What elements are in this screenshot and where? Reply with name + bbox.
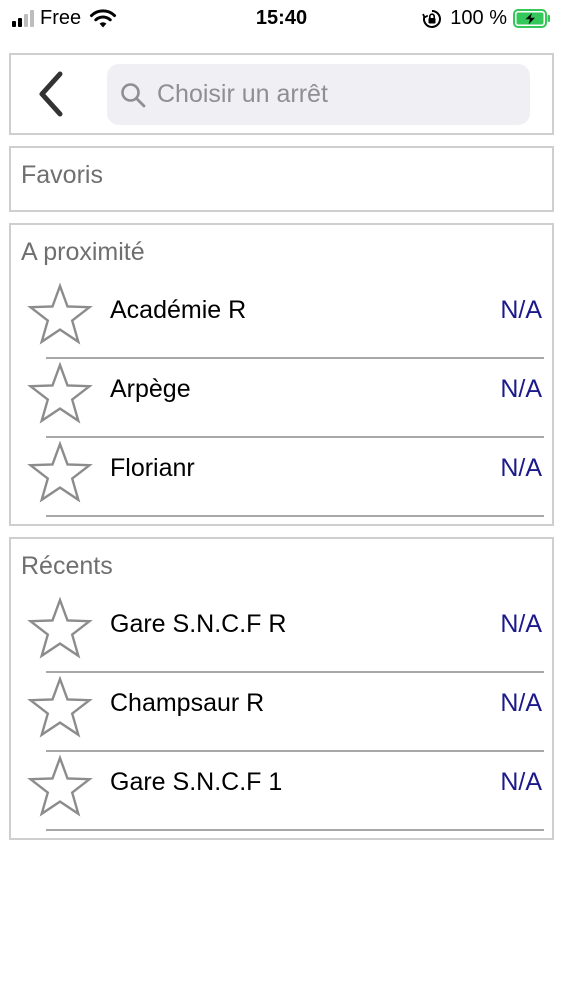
search-placeholder: Choisir un arrêt — [157, 80, 328, 108]
stop-value: N/A — [500, 689, 542, 717]
stop-name: Gare S.N.C.F R — [110, 610, 287, 638]
back-button[interactable] — [31, 69, 71, 119]
row-divider — [46, 829, 544, 831]
stop-value: N/A — [500, 610, 542, 638]
status-right: 100 % — [422, 7, 551, 30]
favorites-title: Favoris — [21, 161, 103, 189]
list-item[interactable]: Académie R N/A — [11, 280, 552, 359]
battery-charging-icon — [513, 9, 550, 28]
list-item[interactable]: Florianr N/A — [11, 438, 552, 517]
search-icon — [121, 82, 146, 107]
stop-name: Florianr — [110, 454, 195, 482]
search-header: Choisir un arrêt — [9, 53, 554, 135]
stop-name: Arpège — [110, 375, 191, 403]
stop-name: Académie R — [110, 296, 247, 324]
star-favorite-icon[interactable] — [27, 283, 93, 345]
recents-section: Récents Gare S.N.C.F R N/A Champsaur R N… — [9, 537, 554, 840]
chevron-left-icon — [39, 71, 63, 117]
list-item[interactable]: Gare S.N.C.F 1 N/A — [11, 752, 552, 831]
star-favorite-icon[interactable] — [27, 676, 93, 738]
star-favorite-icon[interactable] — [27, 362, 93, 424]
stop-value: N/A — [500, 768, 542, 796]
status-bar: Free 15:40 100 % — [0, 0, 563, 38]
star-favorite-icon[interactable] — [27, 755, 93, 817]
row-divider — [46, 515, 544, 517]
stop-value: N/A — [500, 296, 542, 324]
stop-value: N/A — [500, 454, 542, 482]
list-item[interactable]: Champsaur R N/A — [11, 673, 552, 752]
list-item[interactable]: Arpège N/A — [11, 359, 552, 438]
search-input[interactable]: Choisir un arrêt — [107, 64, 530, 125]
list-item[interactable]: Gare S.N.C.F R N/A — [11, 594, 552, 673]
battery-percentage: 100 % — [450, 7, 507, 29]
stop-name: Gare S.N.C.F 1 — [110, 768, 283, 796]
star-favorite-icon[interactable] — [27, 597, 93, 659]
nearby-section: A proximité Académie R N/A Arpège N/A Fl… — [9, 223, 554, 526]
recents-title: Récents — [21, 552, 113, 580]
nearby-title: A proximité — [21, 238, 145, 266]
favorites-section: Favoris — [9, 146, 554, 212]
star-favorite-icon[interactable] — [27, 441, 93, 503]
stop-name: Champsaur R — [110, 689, 265, 717]
stop-value: N/A — [500, 375, 542, 403]
orientation-lock-icon — [422, 9, 442, 28]
